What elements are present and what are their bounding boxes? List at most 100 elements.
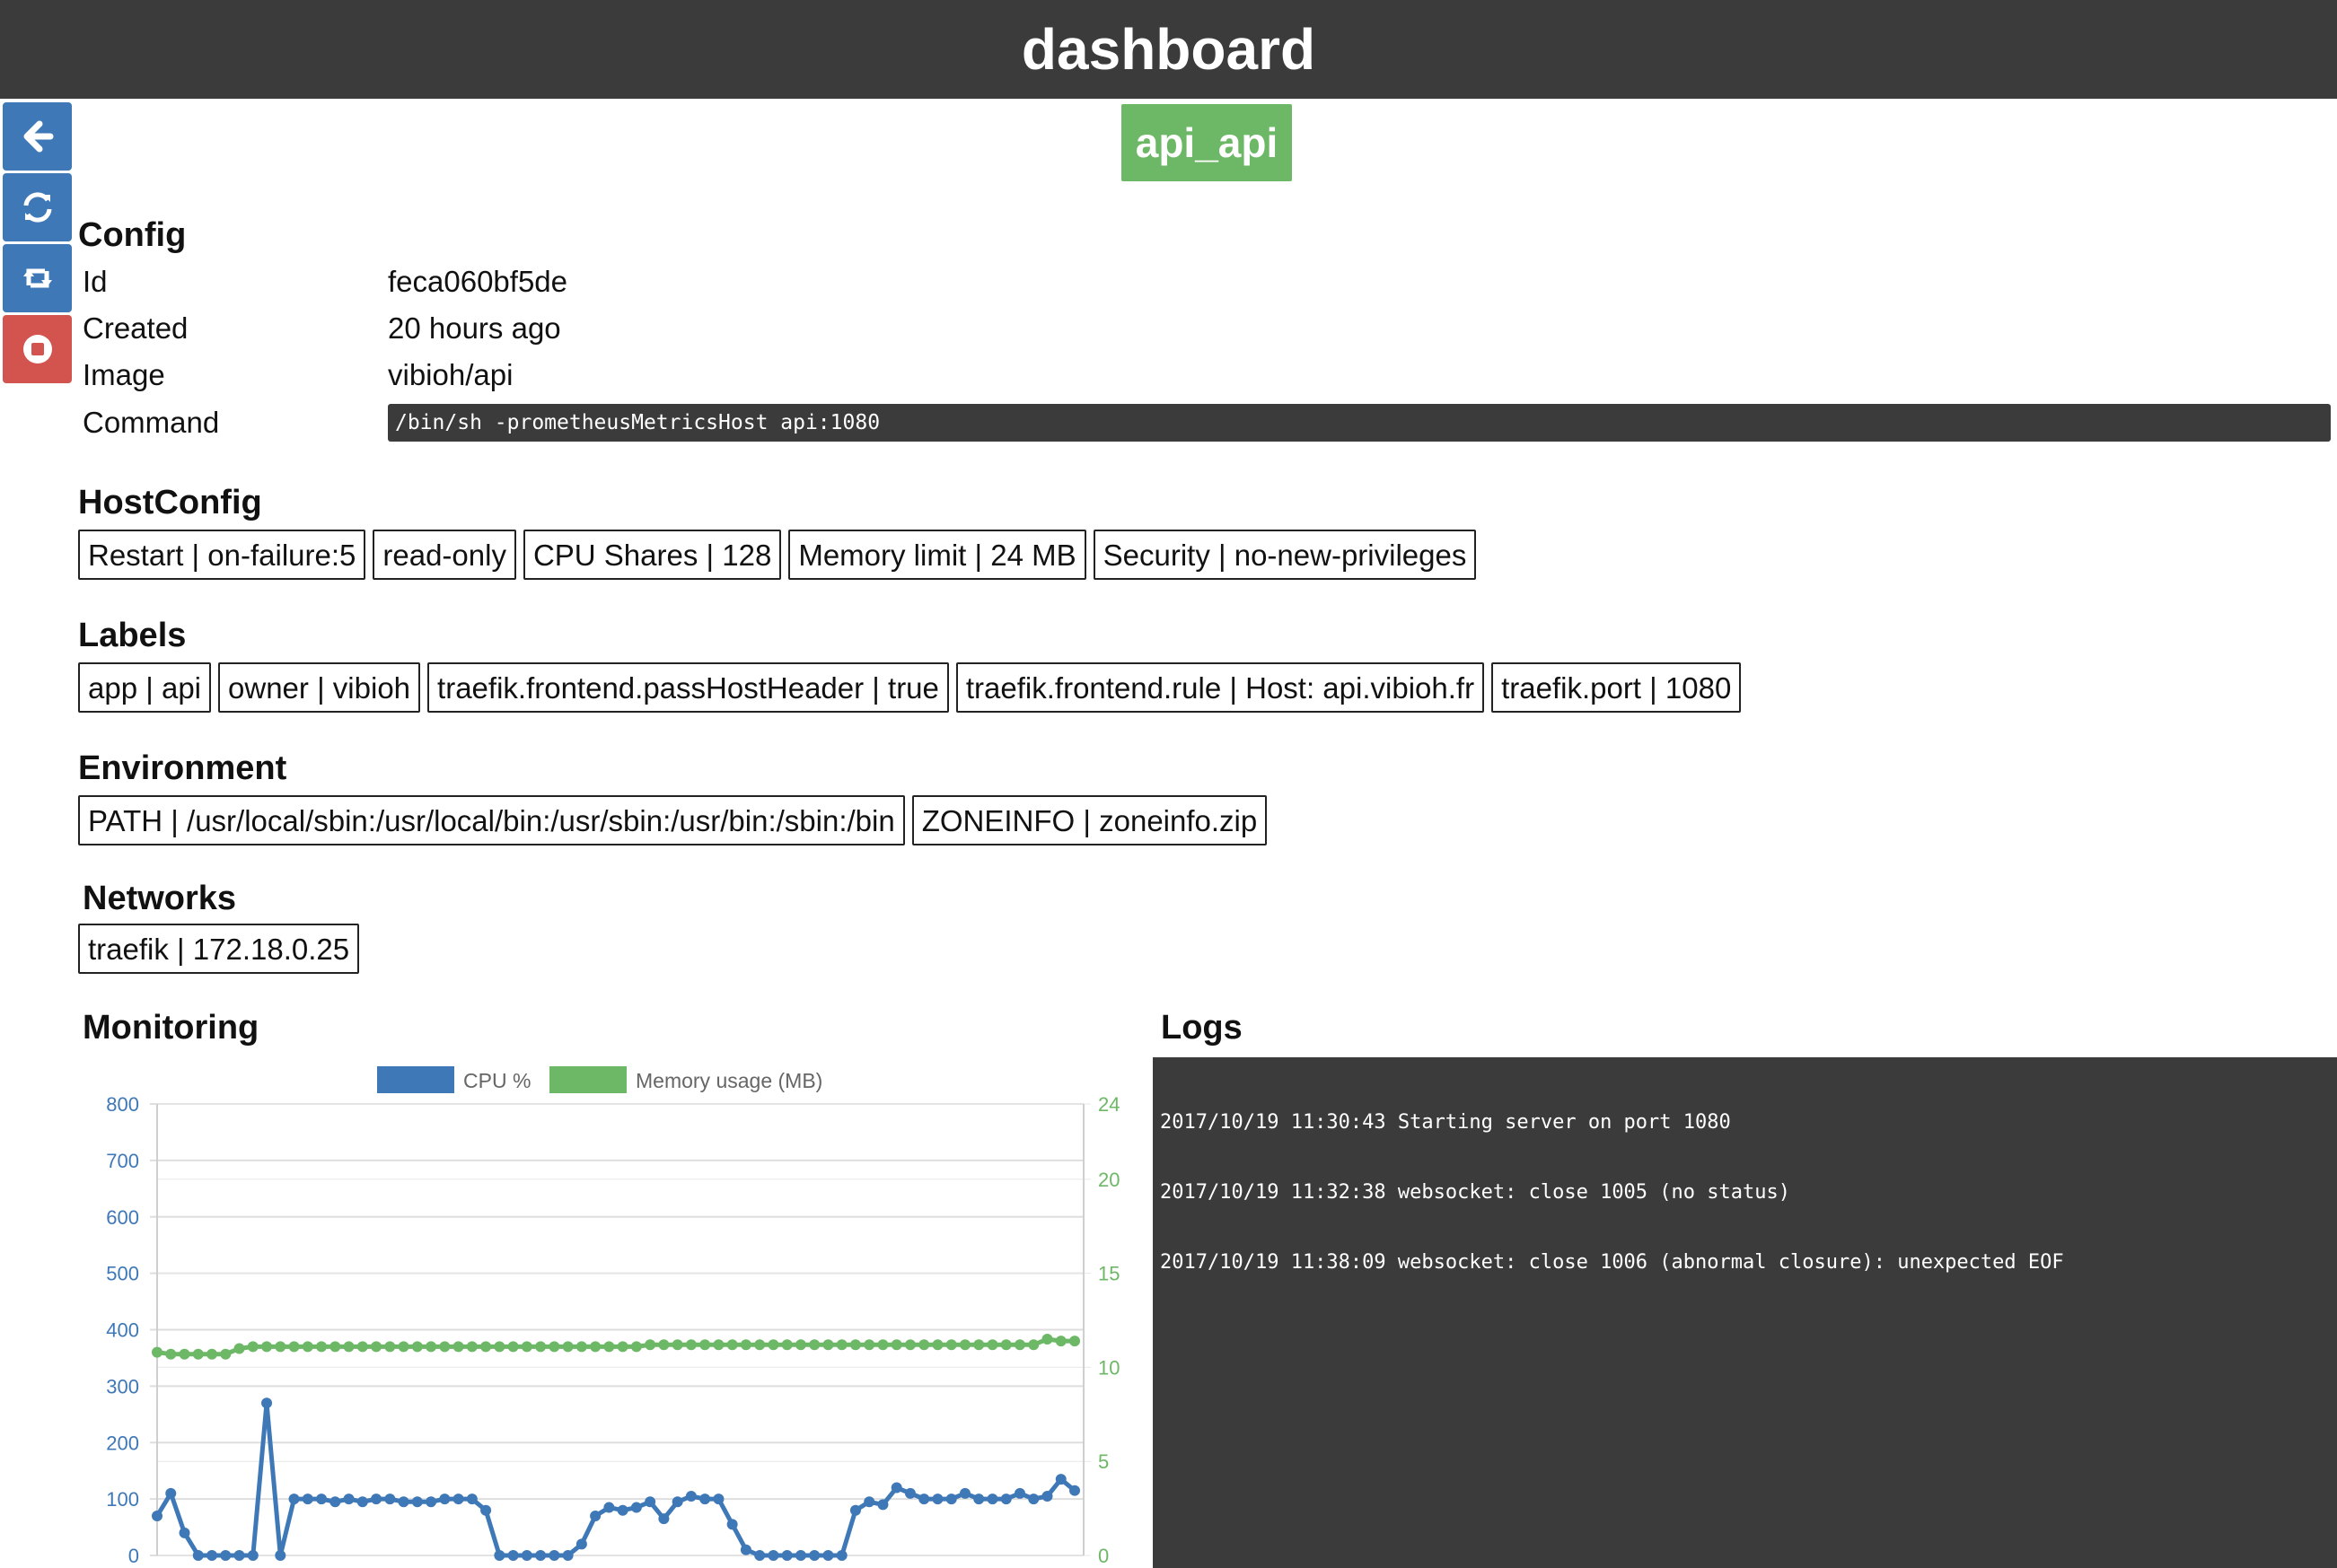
cpu-point bbox=[452, 1494, 464, 1505]
cpu-point bbox=[658, 1513, 670, 1525]
memory-point bbox=[795, 1339, 806, 1351]
config-value-id: feca060bf5de bbox=[388, 265, 568, 298]
y-left-tick-label: 400 bbox=[106, 1319, 139, 1342]
memory-point bbox=[275, 1341, 286, 1353]
monitoring-chart: 0 100 200 300 400 500 600 700 800 0 5 10 15 20 24 CPU %… bbox=[106, 1066, 1120, 1567]
stop-icon bbox=[22, 335, 52, 364]
y-left-tick-label: 0 bbox=[128, 1545, 139, 1567]
cpu-point bbox=[617, 1504, 628, 1516]
hostconfig-chip: Restart | on-failure:5 bbox=[78, 530, 366, 580]
cpu-point bbox=[904, 1487, 916, 1499]
monitoring-title: Monitoring bbox=[83, 1009, 259, 1047]
cpu-point bbox=[220, 1550, 232, 1561]
y-left-tick-label: 300 bbox=[106, 1375, 139, 1397]
cpu-point bbox=[549, 1550, 560, 1561]
memory-point bbox=[754, 1339, 766, 1351]
app-title: dashboard bbox=[1021, 17, 1316, 82]
memory-point bbox=[809, 1339, 821, 1351]
y-right-tick-label: 5 bbox=[1098, 1450, 1109, 1473]
legend-label: Memory usage (MB) bbox=[636, 1069, 822, 1092]
cpu-point bbox=[356, 1496, 368, 1508]
memory-point bbox=[945, 1339, 957, 1351]
cpu-point bbox=[507, 1550, 519, 1561]
memory-point bbox=[480, 1341, 492, 1353]
container-name-badge: api_api bbox=[1121, 104, 1292, 181]
cpu-point bbox=[316, 1494, 328, 1505]
memory-point bbox=[247, 1341, 259, 1353]
cpu-point bbox=[179, 1527, 190, 1538]
memory-point bbox=[452, 1341, 464, 1353]
memory-point bbox=[343, 1341, 355, 1353]
y-left-tick-label: 500 bbox=[106, 1263, 139, 1285]
cpu-point bbox=[713, 1494, 725, 1505]
memory-point bbox=[206, 1348, 218, 1360]
cpu-point bbox=[645, 1496, 656, 1508]
cpu-point bbox=[535, 1550, 547, 1561]
cpu-point bbox=[603, 1502, 615, 1513]
environment-chip: PATH | /usr/local/sbin:/usr/local/bin:/u… bbox=[78, 795, 905, 845]
y-right-tick-label: 10 bbox=[1098, 1356, 1120, 1379]
cpu-point bbox=[398, 1496, 409, 1508]
cpu-point bbox=[466, 1494, 478, 1505]
memory-point bbox=[877, 1339, 889, 1351]
y-left-tick-label: 700 bbox=[106, 1150, 139, 1172]
legend-swatch bbox=[377, 1066, 454, 1093]
memory-point bbox=[575, 1341, 587, 1353]
cpu-point bbox=[959, 1487, 971, 1499]
cpu-point bbox=[1041, 1490, 1053, 1502]
memory-point bbox=[329, 1341, 341, 1353]
cpu-point bbox=[192, 1550, 204, 1561]
cpu-point bbox=[781, 1550, 793, 1561]
memory-point bbox=[384, 1341, 396, 1353]
config-key-id: Id bbox=[83, 265, 108, 298]
cpu-point bbox=[726, 1519, 738, 1530]
cpu-point bbox=[480, 1504, 492, 1516]
legend-swatch bbox=[549, 1066, 627, 1093]
environment-title: Environment bbox=[78, 749, 287, 787]
memory-point bbox=[768, 1339, 779, 1351]
app-header: dashboard bbox=[0, 0, 2337, 99]
back-button[interactable] bbox=[3, 102, 72, 171]
memory-point bbox=[658, 1339, 670, 1351]
cpu-series-line bbox=[154, 1400, 1076, 1558]
memory-point bbox=[904, 1339, 916, 1351]
y-left-tick-label: 200 bbox=[106, 1432, 139, 1454]
cpu-point bbox=[877, 1499, 889, 1511]
cpu-point bbox=[1014, 1487, 1025, 1499]
memory-point bbox=[302, 1341, 313, 1353]
cpu-point bbox=[494, 1550, 505, 1561]
memory-point bbox=[233, 1343, 245, 1354]
cpu-point bbox=[233, 1550, 245, 1561]
environment-chip: ZONEINFO | zoneinfo.zip bbox=[911, 795, 1268, 845]
label-chip: traefik.frontend.passHostHeader | true bbox=[427, 662, 949, 713]
memory-point bbox=[179, 1348, 190, 1360]
cpu-point bbox=[562, 1550, 574, 1561]
memory-point bbox=[426, 1341, 437, 1353]
y-left-tick-label: 600 bbox=[106, 1206, 139, 1229]
memory-point bbox=[1014, 1339, 1025, 1351]
memory-point bbox=[685, 1339, 697, 1351]
hostconfig-chip: read-only bbox=[373, 530, 516, 580]
hostconfig-chip: Memory limit | 24 MB bbox=[788, 530, 1086, 580]
memory-point bbox=[726, 1339, 738, 1351]
network-chip: traefik | 172.18.0.25 bbox=[78, 924, 360, 974]
memory-point bbox=[987, 1339, 998, 1351]
cpu-point bbox=[384, 1494, 396, 1505]
restart-button[interactable] bbox=[3, 244, 72, 312]
refresh-button[interactable] bbox=[3, 173, 72, 241]
arrow-left-icon bbox=[23, 120, 53, 153]
memory-point bbox=[959, 1339, 971, 1351]
cpu-point bbox=[932, 1494, 944, 1505]
networks-chips: traefik | 172.18.0.25 bbox=[78, 924, 360, 974]
label-chip: owner | vibioh bbox=[218, 662, 421, 713]
cpu-point bbox=[809, 1550, 821, 1561]
cpu-point bbox=[1055, 1474, 1067, 1485]
cpu-point bbox=[575, 1538, 587, 1550]
hostconfig-chip: CPU Shares | 128 bbox=[523, 530, 782, 580]
memory-point bbox=[466, 1341, 478, 1353]
config-command-value: /bin/sh -prometheusMetricsHost api:1080 bbox=[388, 404, 2331, 442]
stop-button[interactable] bbox=[3, 315, 72, 383]
cpu-point bbox=[754, 1550, 766, 1561]
cpu-point bbox=[973, 1494, 985, 1505]
cpu-point bbox=[685, 1490, 697, 1502]
